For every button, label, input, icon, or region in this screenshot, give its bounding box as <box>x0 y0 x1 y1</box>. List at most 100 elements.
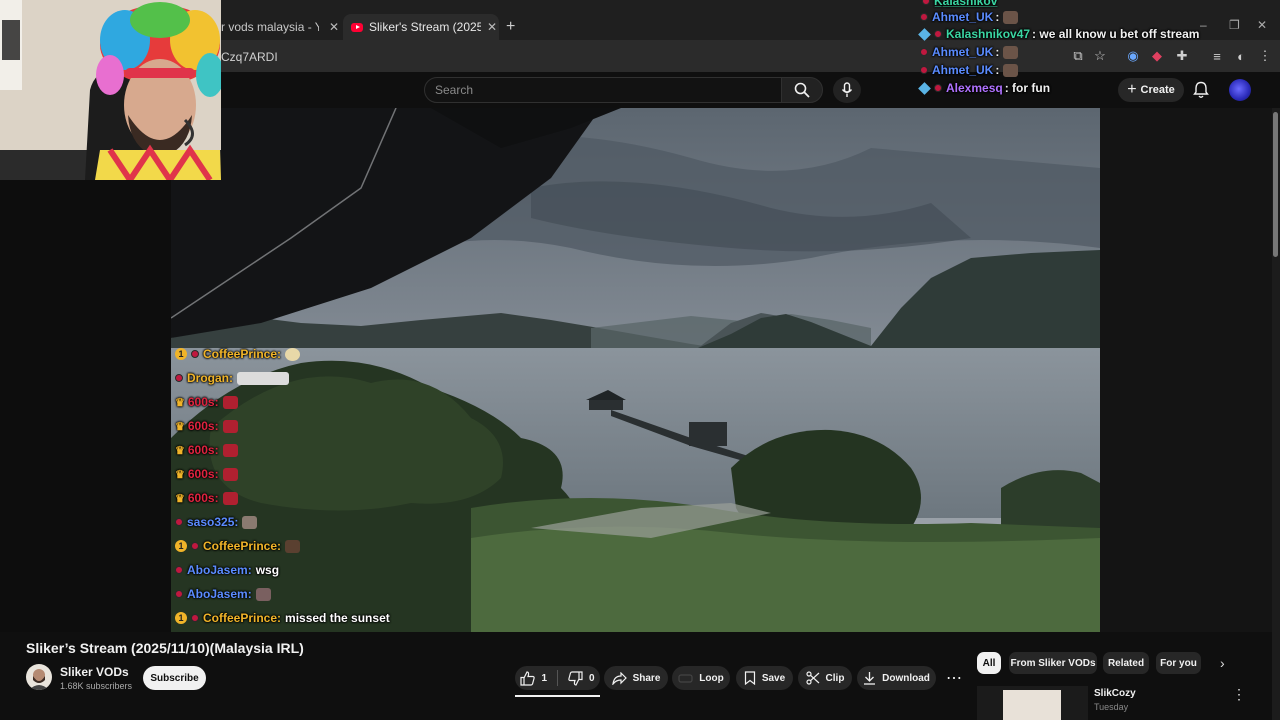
chat-message: ♛ 600s: <box>175 491 238 505</box>
new-tab-button[interactable]: + <box>506 18 515 36</box>
chat-badge-icon <box>934 30 942 38</box>
chat-username: 600s: <box>187 395 219 409</box>
video-player[interactable] <box>171 108 1100 632</box>
chip-all[interactable]: All <box>977 652 1001 674</box>
youtube-favicon-icon <box>351 22 363 32</box>
chat-badge-icon <box>175 374 183 382</box>
subscriber-count: 1.68K subscribers <box>60 681 133 691</box>
chat-badge-icon <box>191 614 199 622</box>
chat-username: K̲a̲l̲a̲s̲n̲i̲k̲o̲v̲ <box>934 0 998 8</box>
close-tab-icon[interactable]: ✕ <box>487 20 497 34</box>
like-divider <box>557 670 558 686</box>
chat-badge-icon <box>934 84 942 92</box>
more-actions-icon[interactable]: ⋯ <box>943 666 965 690</box>
close-tab-icon[interactable]: ✕ <box>329 20 339 34</box>
chevron-right-icon[interactable]: › <box>1220 655 1225 671</box>
restore-icon[interactable]: ❐ <box>1229 18 1240 32</box>
recommendation-thumbnail[interactable] <box>977 686 1088 720</box>
create-button[interactable]: + Create <box>1118 78 1184 102</box>
chip-related[interactable]: Related <box>1103 652 1149 674</box>
minimize-icon[interactable]: – <box>1200 18 1207 32</box>
scrollbar-thumb[interactable] <box>1273 112 1278 257</box>
profile-icon[interactable]: ◐ <box>1232 47 1250 65</box>
close-window-icon[interactable]: ✕ <box>1257 18 1267 32</box>
chat-badge-icon <box>175 590 183 598</box>
download-button[interactable]: Download <box>857 666 936 690</box>
extensions-puzzle-icon[interactable]: ✚ <box>1173 47 1191 65</box>
tab-youtube-search[interactable]: r vods malaysia - YouTube ✕ <box>221 14 339 40</box>
recommendation-menu-icon[interactable]: ⋮ <box>1232 686 1246 703</box>
like-button[interactable]: 1 <box>520 670 547 686</box>
emote-icon <box>285 347 301 361</box>
emote-icon <box>1003 63 1019 77</box>
install-app-icon[interactable]: ⧉ <box>1069 47 1087 65</box>
chat-text: : <box>995 45 1000 59</box>
emote-icon <box>242 515 258 529</box>
share-button[interactable]: Share <box>604 666 668 690</box>
chat-badge-icon <box>920 48 928 56</box>
streamer-webcam-image <box>0 0 221 180</box>
chat-message: Drogan: <box>175 371 289 385</box>
voice-search-button[interactable] <box>833 77 861 103</box>
search-input[interactable]: Search <box>424 77 782 103</box>
like-count: 1 <box>541 672 547 684</box>
bookmark-star-icon[interactable]: ☆ <box>1091 47 1109 65</box>
recommendation-channel[interactable]: SlikCozy <box>1094 688 1136 699</box>
thumbnail-image <box>1003 690 1061 720</box>
bell-icon <box>1193 81 1209 98</box>
chat-badge-icon <box>175 566 183 574</box>
extension-audio-icon[interactable]: ◉ <box>1124 47 1142 65</box>
crown-badge-icon: ♛ <box>175 444 185 457</box>
chip-from-channel[interactable]: From Sliker VODs <box>1009 652 1097 674</box>
save-button[interactable]: Save <box>736 666 793 690</box>
account-avatar[interactable] <box>1229 79 1251 101</box>
loop-button[interactable]: Loop <box>672 666 730 690</box>
tab-sliker-stream[interactable]: Sliker's Stream (2025/11/10)(M ✕ <box>343 14 499 40</box>
chat-username: Kalashnikov47 <box>946 27 1031 41</box>
tab-title: r vods malaysia - YouTube <box>221 20 319 34</box>
url-text[interactable]: Czq7ARDI <box>221 50 278 64</box>
chat-username: 600s: <box>187 419 219 433</box>
chat-message: Ahmet_UK : <box>920 45 1019 59</box>
chat-message: ♛ 600s: <box>175 395 238 409</box>
chat-text: wsg <box>255 563 280 577</box>
video-title: Sliker’s Stream (2025/11/10)(Malaysia IR… <box>26 640 304 656</box>
chat-badge-icon <box>920 66 928 74</box>
thumbs-down-icon <box>568 670 583 686</box>
chat-text: : we all know u bet off stream <box>1032 27 1200 41</box>
channel-avatar[interactable] <box>26 664 52 690</box>
download-icon <box>864 672 876 685</box>
chat-username: CoffeePrince: <box>203 347 282 361</box>
left-page-area <box>0 180 171 632</box>
chat-message: AboJasem: <box>175 587 271 601</box>
dislike-button[interactable]: 0 <box>568 670 595 686</box>
right-page-area <box>1100 108 1272 632</box>
chat-message: Ahmet_UK : <box>920 63 1019 77</box>
emote-icon <box>1003 10 1019 24</box>
notifications-button[interactable] <box>1190 79 1212 101</box>
browser-menu-icon[interactable]: ⋮ <box>1256 47 1274 65</box>
chat-username: Ahmet_UK <box>932 10 994 24</box>
emote-icon <box>222 419 238 433</box>
chat-message: Ahmet_UK : <box>920 10 1019 24</box>
microphone-icon <box>841 82 853 97</box>
chip-for-you[interactable]: For you <box>1156 652 1201 674</box>
dislike-count: 0 <box>589 672 595 684</box>
search-button[interactable] <box>781 77 823 103</box>
emote-icon <box>255 587 271 601</box>
clip-button[interactable]: Clip <box>798 666 852 690</box>
crown-badge-icon: ♛ <box>175 420 185 433</box>
sub-badge-icon: 1 <box>175 612 187 624</box>
extension-shield-icon[interactable]: ◆ <box>1148 47 1166 65</box>
subscribe-button[interactable]: Subscribe <box>143 666 206 690</box>
chat-message: ♛ 600s: <box>175 419 238 433</box>
sub-badge-icon: 1 <box>175 348 187 360</box>
loop-label: Loop <box>699 672 724 684</box>
chat-username: Alexmesq <box>946 81 1003 95</box>
emote-icon <box>1003 45 1019 59</box>
media-control-icon[interactable]: ≡ <box>1208 47 1226 65</box>
chat-username: CoffeePrince: <box>203 539 282 553</box>
emote-icon <box>222 467 238 481</box>
clip-label: Clip <box>825 672 845 684</box>
channel-name[interactable]: Sliker VODs <box>60 665 129 679</box>
